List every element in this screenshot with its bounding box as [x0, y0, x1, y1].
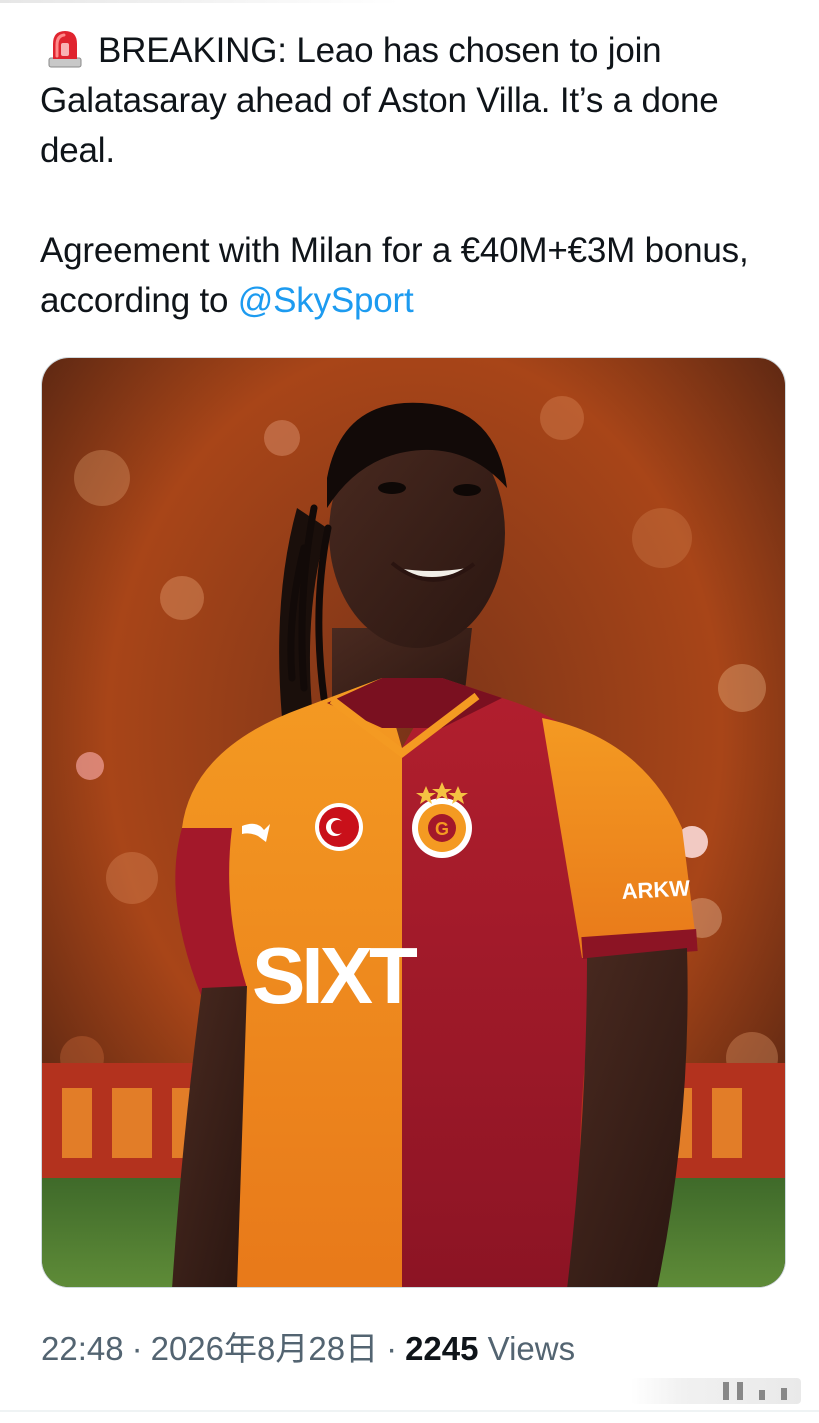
bottom-divider: [0, 1410, 819, 1412]
views-count[interactable]: 2245: [405, 1330, 478, 1367]
mention-link-skysport[interactable]: @SkySport: [238, 281, 414, 320]
views-label: Views: [487, 1330, 576, 1367]
svg-text:G: G: [435, 819, 449, 839]
tweet-time[interactable]: 22:48: [41, 1330, 124, 1367]
meta-separator-2: ·: [386, 1330, 398, 1367]
tweet-body: BREAKING: Leao has chosen to join Galata…: [40, 26, 780, 326]
top-divider: [0, 0, 400, 3]
meta-separator: ·: [131, 1330, 143, 1367]
player-photo-illustration: G SIXT ARKW: [42, 358, 785, 1287]
tweet-photo[interactable]: G SIXT ARKW: [41, 357, 786, 1288]
watermark-bar: [631, 1378, 801, 1404]
sponsor-text: SIXT: [252, 931, 418, 1020]
tweet-paragraph-2: Agreement with Milan for a €40M+€3M bonu…: [40, 226, 780, 326]
rotating-light-siren-icon: [48, 31, 82, 68]
tweet-meta: 22:48 · 2026年8月28日 · 2245 Views: [41, 1322, 575, 1370]
sleeve-sponsor-text: ARKW: [621, 875, 691, 904]
tweet-line-1-text: BREAKING: Leao has chosen to join Galata…: [40, 31, 719, 170]
tweet-paragraph-1: BREAKING: Leao has chosen to join Galata…: [40, 26, 780, 176]
crest-icon: G: [412, 798, 472, 858]
tweet-date[interactable]: 2026年8月28日: [151, 1330, 378, 1367]
